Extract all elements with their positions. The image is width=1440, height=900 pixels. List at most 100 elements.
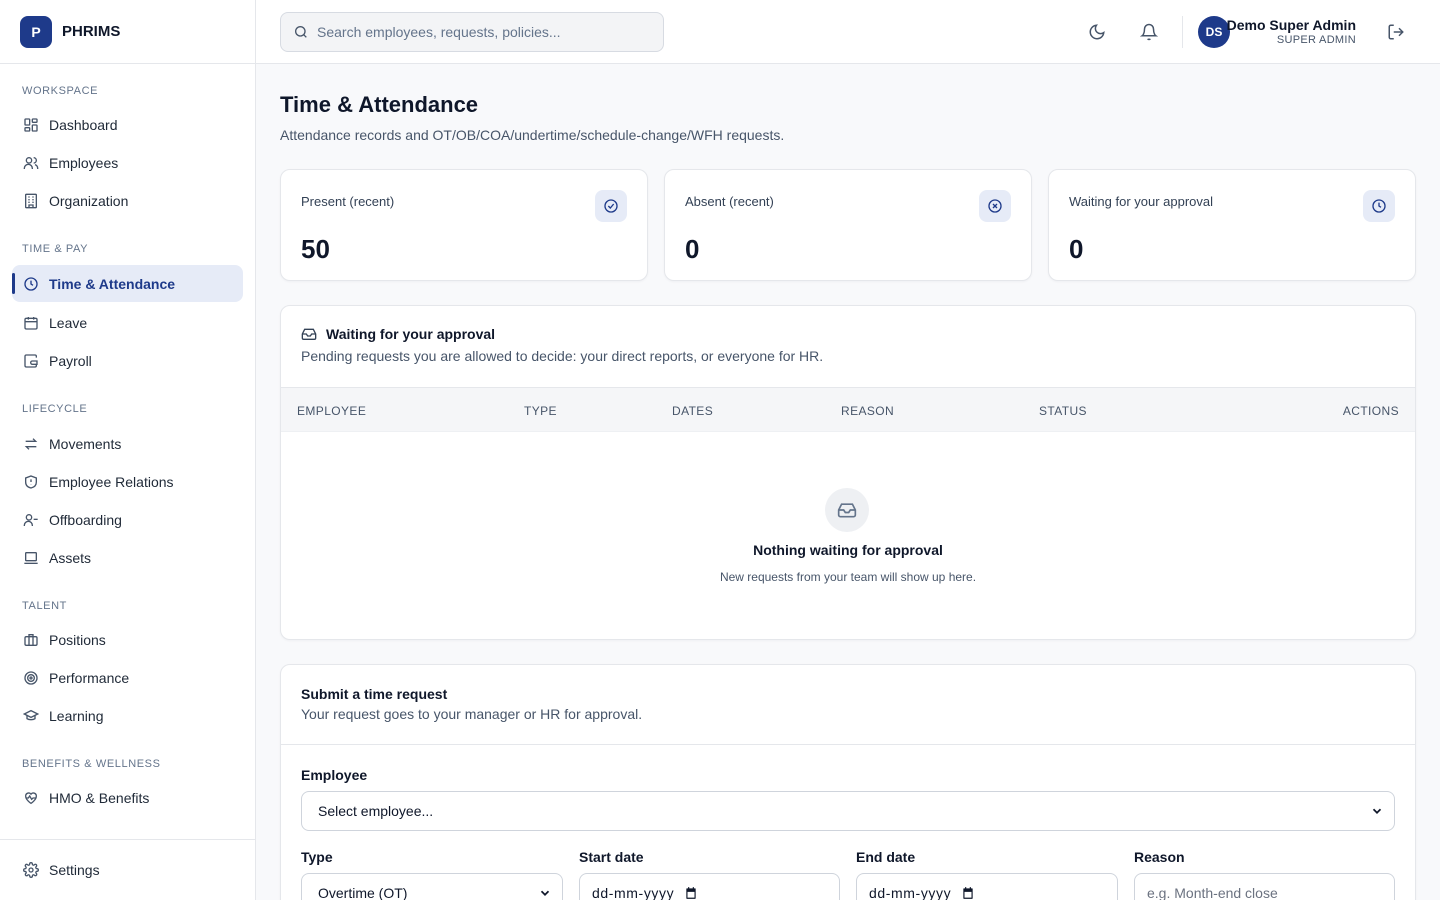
brand-name: PHRIMS bbox=[62, 23, 121, 40]
sidebar-item-employees[interactable]: Employees bbox=[12, 144, 243, 181]
stat-value: 0 bbox=[1069, 234, 1084, 264]
sidebar-item-dashboard[interactable]: Dashboard bbox=[12, 106, 243, 143]
sidebar-item-leave[interactable]: Leave bbox=[12, 304, 243, 341]
time-request-card: Submit a time request Your request goes … bbox=[280, 664, 1416, 900]
end-date-label: End date bbox=[856, 849, 916, 865]
approval-card-header: Waiting for your approval Pending reques… bbox=[281, 306, 1415, 388]
page-title: Time & Attendance bbox=[280, 92, 479, 117]
calendar-icon[interactable] bbox=[684, 886, 698, 900]
briefcase-icon bbox=[22, 631, 39, 648]
user-role: SUPER ADMIN bbox=[1276, 34, 1356, 46]
sidebar-item-organization[interactable]: Organization bbox=[12, 182, 243, 219]
sidebar-item-employee-relations[interactable]: Employee Relations bbox=[12, 463, 243, 500]
page-subtitle: Attendance records and OT/OB/COA/underti… bbox=[280, 127, 785, 143]
empty-state-title: Nothing waiting for approval bbox=[753, 542, 943, 558]
table-header: EMPLOYEE TYPE DATES REASON STATUS ACTION… bbox=[281, 388, 1415, 432]
wallet-icon bbox=[22, 352, 39, 369]
nav-section-workspace: WORKSPACE bbox=[22, 85, 99, 97]
shield-icon bbox=[22, 473, 39, 490]
bell-icon bbox=[1140, 23, 1158, 41]
moon-icon bbox=[1088, 23, 1106, 41]
sidebar-item-label: Payroll bbox=[49, 352, 92, 369]
stat-card-pending: Waiting for your approval 0 bbox=[1048, 169, 1416, 281]
sidebar-item-label: Performance bbox=[49, 669, 130, 686]
sidebar-item-assets[interactable]: Assets bbox=[12, 539, 243, 576]
topbar-divider bbox=[1182, 16, 1183, 48]
type-label: Type bbox=[301, 849, 333, 865]
stat-card-absent: Absent (recent) 0 bbox=[664, 169, 1032, 281]
sidebar-item-positions[interactable]: Positions bbox=[12, 621, 243, 658]
search-input[interactable] bbox=[317, 24, 657, 40]
time-request-description: Your request goes to your manager or HR … bbox=[301, 706, 643, 722]
sidebar-item-label: Organization bbox=[49, 192, 129, 209]
sidebar-footer: Settings bbox=[0, 839, 255, 900]
employee-label: Employee bbox=[301, 767, 368, 783]
brand[interactable]: P PHRIMS bbox=[0, 0, 255, 64]
reason-label: Reason bbox=[1134, 849, 1185, 865]
time-request-header: Submit a time request Your request goes … bbox=[281, 665, 1415, 745]
stat-value: 0 bbox=[685, 234, 700, 264]
reason-placeholder: e.g. Month-end close bbox=[1147, 885, 1278, 900]
approval-card: Waiting for your approval Pending reques… bbox=[280, 305, 1416, 640]
reason-input[interactable]: e.g. Month-end close bbox=[1134, 873, 1395, 900]
sidebar-item-performance[interactable]: Performance bbox=[12, 659, 243, 696]
empty-state-description: New requests from your team will show up… bbox=[719, 570, 977, 584]
notifications-button[interactable] bbox=[1137, 20, 1161, 44]
search-box[interactable] bbox=[280, 12, 664, 52]
approval-card-title: Waiting for your approval bbox=[301, 326, 1395, 342]
stat-value: 50 bbox=[301, 234, 330, 264]
stat-label: Waiting for your approval bbox=[1069, 194, 1214, 209]
employee-select[interactable]: Select employee... bbox=[301, 791, 1395, 831]
start-date-label: Start date bbox=[579, 849, 644, 865]
column-header-status[interactable]: STATUS bbox=[1039, 404, 1087, 418]
target-icon bbox=[22, 669, 39, 686]
employee-select-value: Select employee... bbox=[318, 803, 434, 819]
sidebar-item-movements[interactable]: Movements bbox=[12, 425, 243, 462]
sidebar-item-label: HMO & Benefits bbox=[49, 789, 150, 806]
sidebar-item-label: Dashboard bbox=[49, 116, 118, 133]
sidebar-item-hmo-benefits[interactable]: HMO & Benefits bbox=[12, 779, 243, 816]
inbox-icon bbox=[301, 326, 317, 342]
column-header-dates[interactable]: DATES bbox=[672, 404, 713, 418]
column-header-employee[interactable]: EMPLOYEE bbox=[297, 404, 366, 418]
graduation-cap-icon bbox=[22, 707, 39, 724]
dashboard-icon bbox=[22, 116, 39, 133]
type-select[interactable]: Overtime (OT) bbox=[301, 873, 563, 900]
stat-card-present: Present (recent) 50 bbox=[280, 169, 648, 281]
nav-section-talent: TALENT bbox=[22, 600, 67, 612]
sidebar-item-label: Learning bbox=[49, 707, 104, 724]
end-date-value: dd-mm-yyyy bbox=[869, 885, 952, 900]
sidebar-item-learning[interactable]: Learning bbox=[12, 697, 243, 734]
end-date-input[interactable]: dd-mm-yyyy bbox=[856, 873, 1118, 900]
nav-section-benefits: BENEFITS & WELLNESS bbox=[22, 758, 161, 770]
stat-label: Absent (recent) bbox=[685, 194, 774, 209]
sidebar-item-payroll[interactable]: Payroll bbox=[12, 342, 243, 379]
sidebar-item-label: Assets bbox=[49, 549, 92, 566]
sidebar-item-label: Leave bbox=[49, 314, 88, 331]
logout-button[interactable] bbox=[1384, 20, 1408, 44]
time-request-title: Submit a time request bbox=[301, 686, 448, 702]
calendar-icon[interactable] bbox=[961, 886, 975, 900]
brand-logo: P bbox=[20, 15, 52, 48]
topbar: DS Demo Super Admin SUPER ADMIN bbox=[256, 0, 1440, 64]
sidebar-item-settings[interactable]: Settings bbox=[12, 852, 243, 889]
theme-toggle-button[interactable] bbox=[1085, 20, 1109, 44]
column-header-type[interactable]: TYPE bbox=[524, 404, 557, 418]
start-date-input[interactable]: dd-mm-yyyy bbox=[579, 873, 840, 900]
sidebar-item-offboarding[interactable]: Offboarding bbox=[12, 501, 243, 538]
building-icon bbox=[22, 192, 39, 209]
inbox-icon bbox=[825, 488, 869, 532]
avatar[interactable]: DS bbox=[1198, 16, 1230, 48]
logout-icon bbox=[1387, 23, 1405, 41]
sidebar-item-label: Time & Attendance bbox=[49, 275, 176, 292]
stat-label: Present (recent) bbox=[301, 194, 395, 209]
start-date-value: dd-mm-yyyy bbox=[592, 885, 675, 900]
clock-icon bbox=[22, 275, 39, 292]
sidebar-item-label: Settings bbox=[49, 862, 100, 878]
sidebar-item-label: Employee Relations bbox=[49, 473, 174, 490]
sidebar-item-time-attendance[interactable]: Time & Attendance bbox=[12, 265, 243, 302]
check-circle-icon bbox=[595, 190, 627, 222]
column-header-reason[interactable]: REASON bbox=[841, 404, 894, 418]
sidebar-item-label: Movements bbox=[49, 435, 122, 452]
empty-state: Nothing waiting for approval New request… bbox=[281, 432, 1415, 639]
